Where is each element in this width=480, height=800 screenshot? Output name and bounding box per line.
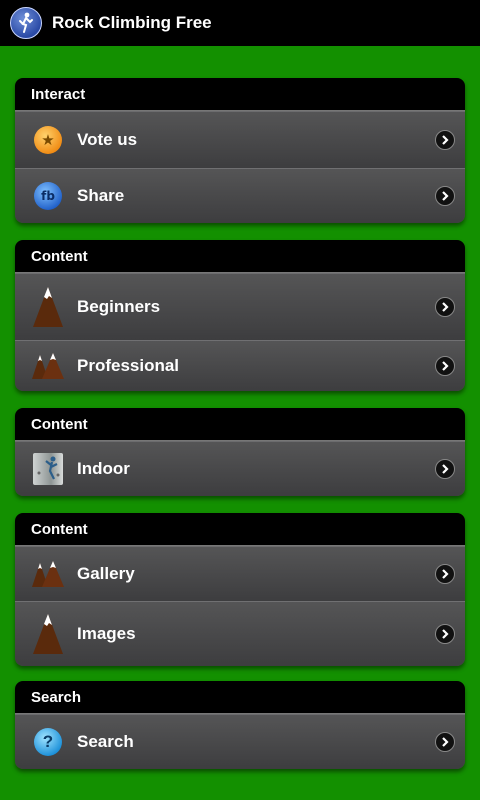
vote-us-row[interactable]: ★ Vote us <box>15 111 465 168</box>
row-label: Images <box>77 624 136 643</box>
chevron-right-icon <box>435 564 455 584</box>
row-label: Gallery <box>77 564 135 583</box>
section-header: Content <box>15 408 465 441</box>
mountains-icon <box>31 349 65 383</box>
row-label: Vote us <box>77 130 138 149</box>
section-interact: Interact ★ Vote us fb Share <box>15 78 465 223</box>
chevron-right-icon <box>435 130 455 150</box>
chevron-right-icon <box>435 732 455 752</box>
climbing-wall-icon <box>31 452 65 486</box>
row-label: Share <box>77 186 125 205</box>
section-header: Content <box>15 240 465 273</box>
chevron-right-icon <box>435 459 455 479</box>
chevron-right-icon <box>435 186 455 206</box>
share-row[interactable]: fb Share <box>15 168 465 223</box>
row-label: Search <box>77 732 134 751</box>
row-label: Professional <box>77 356 180 375</box>
images-row[interactable]: Images <box>15 601 465 666</box>
search-row[interactable]: ? Search <box>15 714 465 769</box>
star-icon: ★ <box>31 123 65 157</box>
gallery-row[interactable]: Gallery <box>15 546 465 601</box>
mountains-icon <box>31 557 65 591</box>
facebook-icon: fb <box>31 179 65 213</box>
section-search: Search ? Search <box>15 681 465 769</box>
beginners-row[interactable]: Beginners <box>15 273 465 340</box>
chevron-right-icon <box>435 624 455 644</box>
row-label: Indoor <box>77 459 130 478</box>
mountain-icon <box>31 285 65 329</box>
section-header: Interact <box>15 78 465 111</box>
question-icon: ? <box>31 725 65 759</box>
section-content-2: Content Indoor <box>15 408 465 496</box>
section-header: Content <box>15 513 465 546</box>
chevron-right-icon <box>435 297 455 317</box>
mountain-icon <box>31 612 65 656</box>
app-title: Rock Climbing Free <box>52 13 212 32</box>
section-content-3: Content Gallery Images <box>15 513 465 666</box>
section-content-1: Content Beginners Professional <box>15 240 465 391</box>
indoor-row[interactable]: Indoor <box>15 441 465 496</box>
row-label: Beginners <box>77 297 161 316</box>
professional-row[interactable]: Professional <box>15 340 465 391</box>
chevron-right-icon <box>435 356 455 376</box>
climber-icon <box>10 7 42 39</box>
section-header: Search <box>15 681 465 714</box>
title-bar: Rock Climbing Free <box>0 0 480 46</box>
